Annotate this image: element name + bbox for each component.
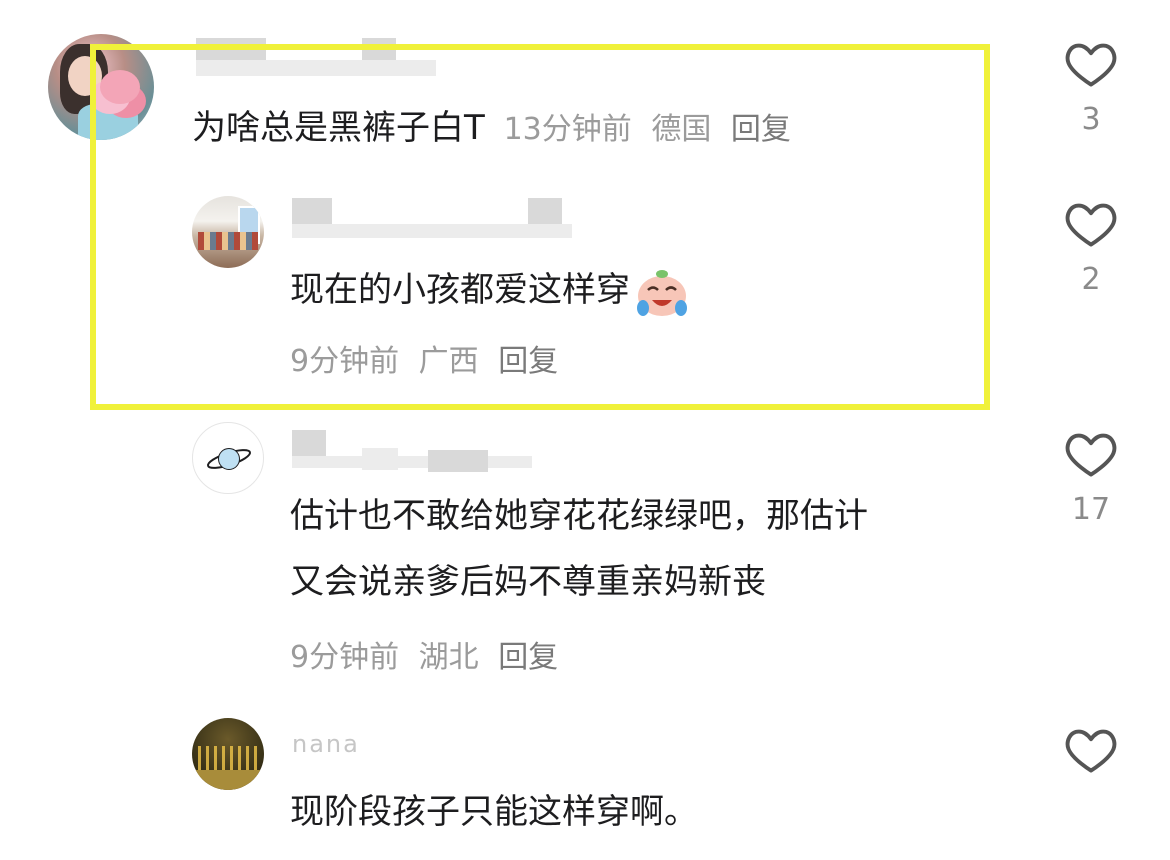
avatar[interactable]: [192, 422, 264, 494]
like-button[interactable]: 17: [1062, 430, 1120, 527]
comment-time: 9分钟前: [290, 640, 400, 675]
reply-item-1: 现在的小孩都爱这样穿 9分钟前 广西 回复 2: [0, 180, 1170, 400]
reply-item-3: nana 现阶段孩子只能这样穿啊。: [0, 700, 1170, 860]
like-button[interactable]: [1062, 726, 1120, 774]
like-button[interactable]: 3: [1062, 40, 1120, 137]
comment-location: 德国: [651, 112, 712, 147]
comment-time: 13分钟前: [503, 112, 632, 147]
heart-outline-icon: [1065, 729, 1117, 773]
reply-meta: 9分钟前 湖北 回复: [290, 632, 568, 676]
reply-meta: 9分钟前 广西 回复: [290, 336, 568, 380]
reply-button[interactable]: 回复: [731, 112, 791, 147]
username-redacted[interactable]: [292, 430, 542, 472]
comment-time: 9分钟前: [290, 344, 400, 379]
username-redacted[interactable]: [292, 198, 582, 238]
heart-outline-icon: [1065, 433, 1117, 477]
reply-text-line-2: 又会说亲爹后妈不尊重亲妈新丧: [290, 562, 766, 602]
crying-laughing-emoji: [637, 269, 687, 316]
reply-button[interactable]: 回复: [498, 344, 558, 379]
reply-text: 现在的小孩都爱这样穿: [290, 260, 690, 320]
like-button[interactable]: 2: [1062, 200, 1120, 297]
avatar[interactable]: [192, 718, 264, 790]
comment-location: 广西: [418, 344, 479, 379]
planet-icon: [206, 448, 252, 470]
reply-text: 现阶段孩子只能这样穿啊。: [290, 792, 698, 832]
reply-item-2: 估计也不敢给她穿花花绿绿吧，那估计 又会说亲爹后妈不尊重亲妈新丧 9分钟前 湖北…: [0, 410, 1170, 700]
like-count: 17: [1071, 492, 1111, 527]
comment-location: 湖北: [418, 640, 479, 675]
avatar[interactable]: [48, 34, 154, 140]
like-count: 3: [1081, 102, 1101, 137]
comment-text: 为啥总是黑裤子白T 13分钟前 德国 回复: [192, 108, 791, 148]
avatar[interactable]: [192, 196, 264, 268]
reply-text-line-1: 估计也不敢给她穿花花绿绿吧，那估计: [290, 496, 868, 536]
reply-button[interactable]: 回复: [498, 640, 558, 675]
heart-outline-icon: [1065, 43, 1117, 87]
username[interactable]: nana: [292, 730, 360, 760]
username-redacted[interactable]: [196, 38, 446, 78]
comment-item-1: 为啥总是黑裤子白T 13分钟前 德国 回复 3: [0, 0, 1170, 180]
heart-outline-icon: [1065, 203, 1117, 247]
like-count: 2: [1081, 262, 1101, 297]
